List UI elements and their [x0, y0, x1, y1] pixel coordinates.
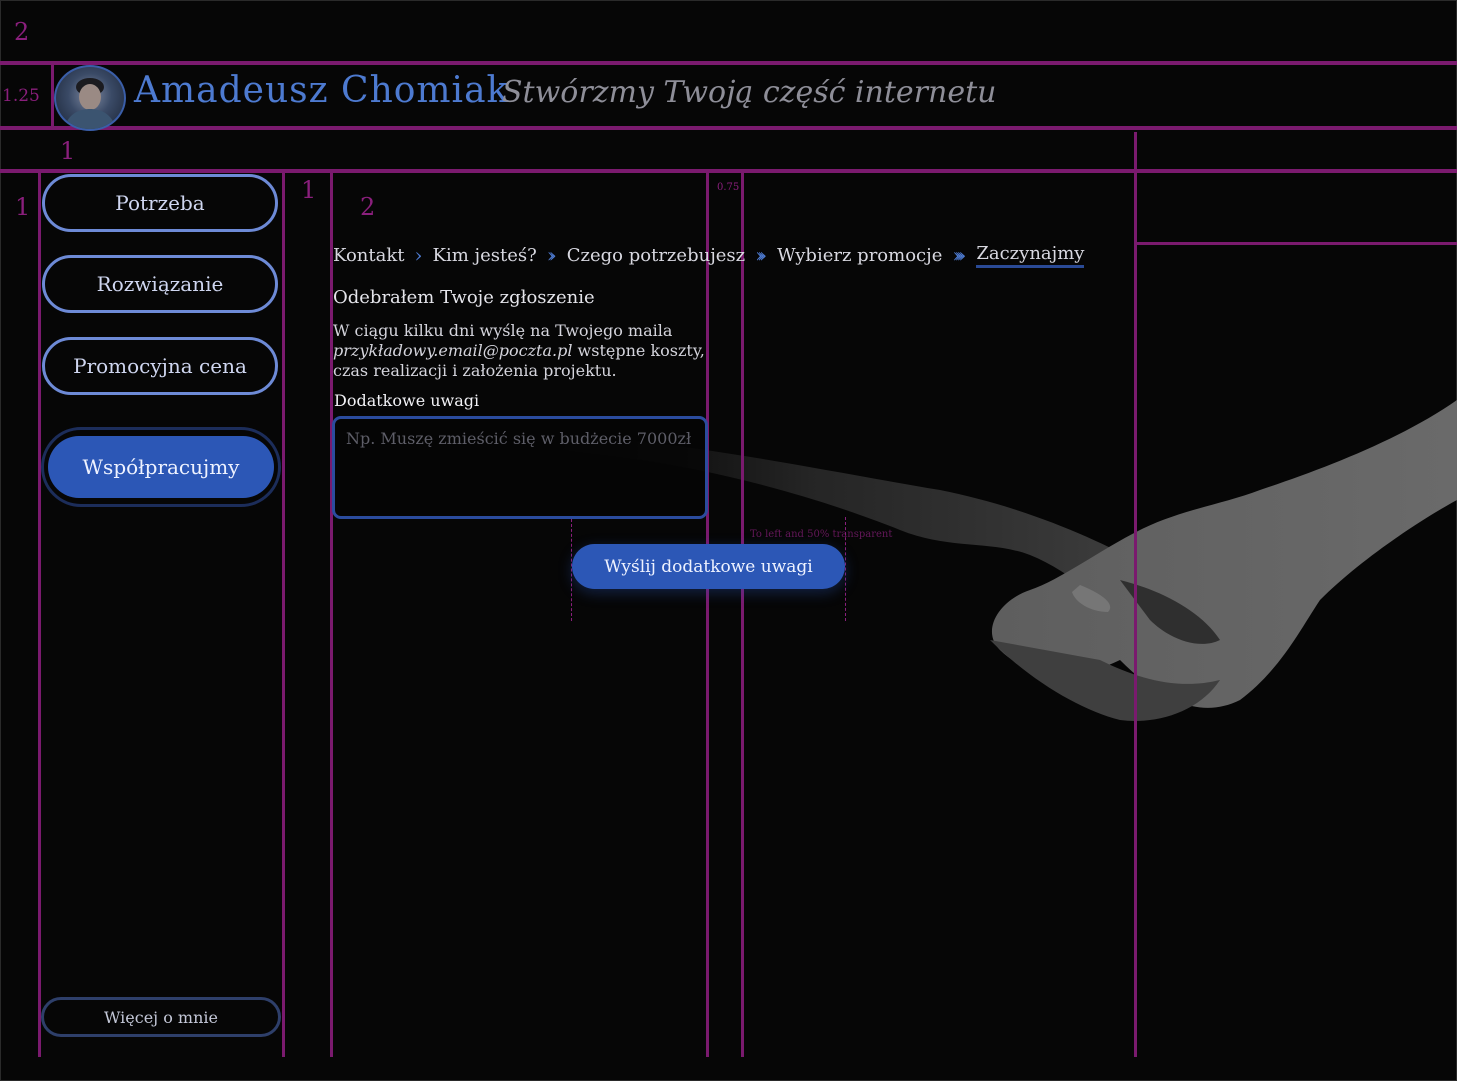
breadcrumb-item-start[interactable]: Zaczynajmy — [976, 243, 1085, 268]
guide-line — [0, 169, 1457, 173]
guide-line — [282, 172, 285, 1057]
sidebar-item-promocyjna-cena[interactable]: Promocyjna cena — [42, 337, 278, 395]
guide-line — [706, 172, 709, 1057]
breadcrumb-item-needs[interactable]: Czego potrzebujesz — [567, 245, 745, 266]
breadcrumb-item-contact[interactable]: Kontakt — [333, 245, 405, 266]
site-tagline: Stwórzmy Twoją część internetu — [502, 75, 997, 110]
breadcrumb: Kontakt › Kim jesteś? ›› Czego potrzebuj… — [333, 242, 1085, 268]
triple-chevron-right-icon: ››› — [755, 243, 767, 267]
double-chevron-right-icon: ›› — [546, 243, 557, 267]
avatar — [54, 65, 126, 131]
about-me-button[interactable]: Więcej o mnie — [41, 997, 281, 1037]
message-before: W ciągu kilku dni wyślę na Twojego maila — [333, 321, 673, 340]
email-address: przykładowy.email@poczta.pl — [333, 341, 573, 360]
guide-number: 2 — [360, 193, 376, 221]
guide-number: 1 — [15, 193, 31, 221]
confirmation-message: W ciągu kilku dni wyślę na Twojego maila… — [333, 321, 713, 381]
notes-label: Dodatkowe uwagi — [334, 391, 480, 410]
guide-number: 2 — [14, 18, 30, 46]
confirmation-heading: Odebrałem Twoje zgłoszenie — [333, 287, 595, 308]
sidebar-item-potrzeba[interactable]: Potrzeba — [42, 174, 278, 232]
guide-line — [1136, 242, 1457, 245]
guide-number: 1 — [301, 176, 317, 204]
breadcrumb-item-promotions[interactable]: Wybierz promocje — [777, 245, 942, 266]
notes-textarea[interactable] — [332, 416, 708, 519]
guide-line — [38, 172, 41, 1057]
guide-line — [0, 126, 1457, 130]
quadruple-chevron-right-icon: ›››› — [952, 243, 966, 267]
guide-note: To left and 50% transparent — [750, 529, 893, 540]
sidebar-item-rozwiazanie[interactable]: Rozwiązanie — [42, 255, 278, 313]
guide-line — [0, 61, 1457, 65]
breadcrumb-item-who[interactable]: Kim jesteś? — [433, 245, 537, 266]
cooperate-button[interactable]: Współpracujmy — [48, 436, 274, 498]
guide-number: 0.75 — [717, 182, 740, 193]
avatar-photo-icon — [64, 78, 116, 129]
site-owner-name[interactable]: Amadeusz Chomiak — [134, 70, 509, 111]
guide-number: 1.25 — [2, 86, 40, 106]
guide-line — [1134, 132, 1137, 1057]
guide-line — [741, 172, 744, 1057]
guide-number: 1 — [60, 137, 76, 165]
send-notes-button[interactable]: Wyślij dodatkowe uwagi — [572, 544, 845, 589]
chevron-right-icon: › — [414, 243, 423, 267]
